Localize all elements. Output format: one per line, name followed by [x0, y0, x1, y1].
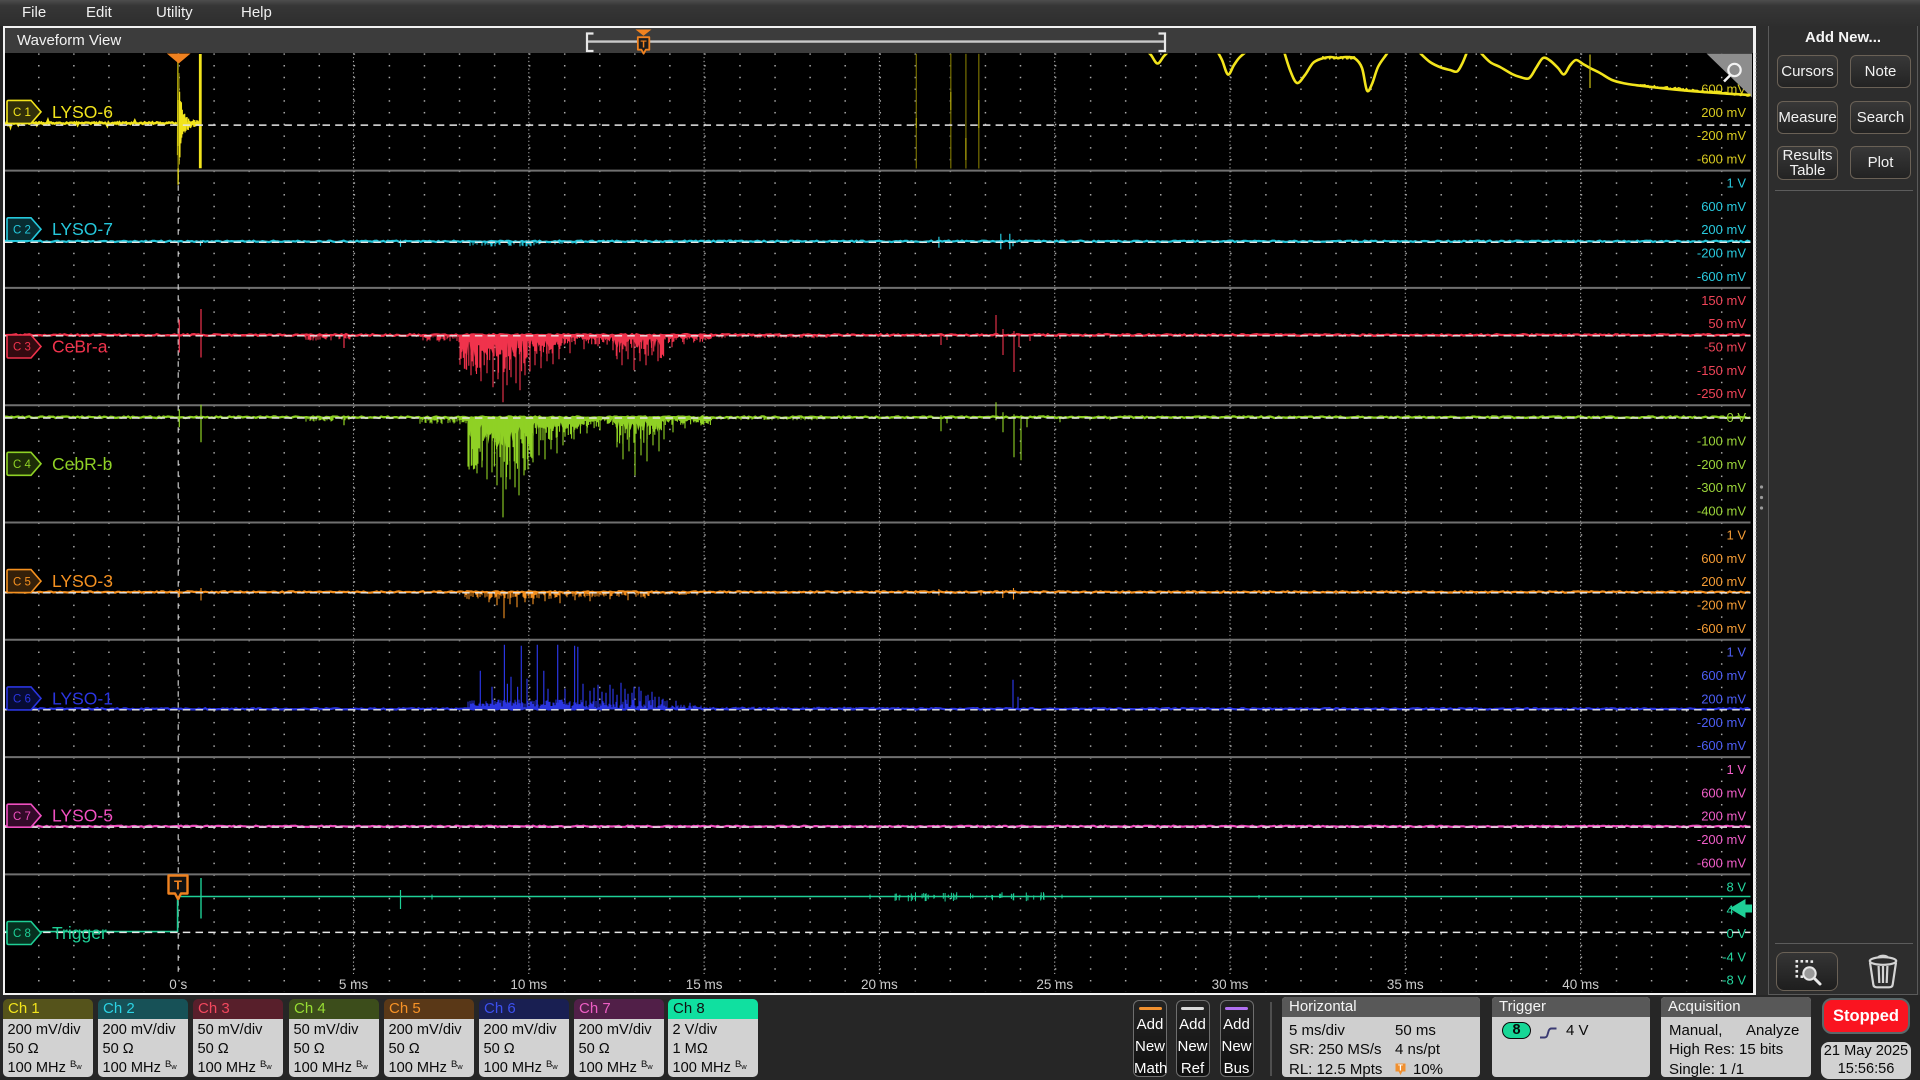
svg-text:600 mV: 600 mV [1701, 199, 1746, 214]
svg-text:-200 mV: -200 mV [1697, 598, 1746, 613]
svg-text:T: T [174, 878, 182, 893]
svg-text:C 4: C 4 [13, 459, 32, 471]
svg-text:1 V: 1 V [1726, 762, 1746, 777]
svg-text:-600 mV: -600 mV [1697, 738, 1746, 753]
svg-text:C 5: C 5 [13, 576, 31, 588]
svg-text:-200 mV: -200 mV [1697, 457, 1746, 472]
svg-text:20 ms: 20 ms [861, 977, 898, 992]
svg-text:CebR-b: CebR-b [52, 454, 112, 474]
svg-text:25 ms: 25 ms [1036, 977, 1073, 992]
svg-text:C 6: C 6 [13, 694, 31, 706]
svg-text:-400 mV: -400 mV [1697, 504, 1746, 519]
svg-text:10 ms: 10 ms [510, 977, 547, 992]
svg-text:600 mV: 600 mV [1701, 785, 1746, 800]
svg-text:40 ms: 40 ms [1562, 977, 1599, 992]
svg-text:-600 mV: -600 mV [1697, 855, 1746, 870]
svg-text:LYSO-6: LYSO-6 [52, 102, 113, 122]
svg-text:LYSO-1: LYSO-1 [52, 688, 113, 708]
svg-text:1 V: 1 V [1726, 527, 1746, 542]
svg-text:8 V: 8 V [1726, 879, 1746, 894]
svg-text:LYSO-7: LYSO-7 [52, 219, 113, 239]
svg-text:-200 mV: -200 mV [1697, 128, 1746, 143]
svg-text:600 mV: 600 mV [1701, 668, 1746, 683]
svg-text:600 mV: 600 mV [1701, 551, 1746, 566]
svg-text:0 s: 0 s [169, 977, 187, 992]
svg-text:C 2: C 2 [13, 224, 31, 236]
svg-text:Trigger: Trigger [52, 923, 107, 943]
svg-text:C 1: C 1 [13, 107, 31, 119]
svg-text:1 V: 1 V [1726, 176, 1746, 191]
svg-text:C 3: C 3 [13, 342, 31, 354]
svg-text:5 ms: 5 ms [339, 977, 369, 992]
svg-text:1 V: 1 V [1726, 645, 1746, 660]
svg-text:-100 mV: -100 mV [1697, 433, 1746, 448]
svg-text:-250 mV: -250 mV [1697, 386, 1746, 401]
svg-text:-50 mV: -50 mV [1704, 340, 1746, 355]
svg-text:C 8: C 8 [13, 928, 31, 940]
svg-text:-4 V: -4 V [1722, 949, 1746, 964]
svg-text:200 mV: 200 mV [1701, 105, 1746, 120]
svg-text:-200 mV: -200 mV [1697, 715, 1746, 730]
svg-text:200 mV: 200 mV [1701, 574, 1746, 589]
svg-text:-600 mV: -600 mV [1697, 269, 1746, 284]
svg-text:-600 mV: -600 mV [1697, 152, 1746, 167]
svg-text:200 mV: 200 mV [1701, 691, 1746, 706]
svg-text:-150 mV: -150 mV [1697, 363, 1746, 378]
svg-text:15 ms: 15 ms [686, 977, 723, 992]
svg-text:-8 V: -8 V [1722, 973, 1746, 988]
svg-text:0 V: 0 V [1726, 926, 1746, 941]
svg-text:35 ms: 35 ms [1387, 977, 1424, 992]
svg-text:200 mV: 200 mV [1701, 809, 1746, 824]
svg-text:T: T [641, 40, 647, 51]
svg-text:LYSO-3: LYSO-3 [52, 571, 113, 591]
svg-text:-300 mV: -300 mV [1697, 480, 1746, 495]
svg-text:LYSO-5: LYSO-5 [52, 806, 113, 826]
svg-text:-600 mV: -600 mV [1697, 621, 1746, 636]
svg-text:C 7: C 7 [13, 811, 31, 823]
svg-text:150 mV: 150 mV [1701, 293, 1746, 308]
svg-text:CeBr-a: CeBr-a [52, 337, 108, 357]
svg-text:30 ms: 30 ms [1212, 977, 1249, 992]
svg-text:50 mV: 50 mV [1708, 316, 1746, 331]
svg-text:-200 mV: -200 mV [1697, 832, 1746, 847]
svg-text:-200 mV: -200 mV [1697, 246, 1746, 261]
svg-text:200 mV: 200 mV [1701, 222, 1746, 237]
